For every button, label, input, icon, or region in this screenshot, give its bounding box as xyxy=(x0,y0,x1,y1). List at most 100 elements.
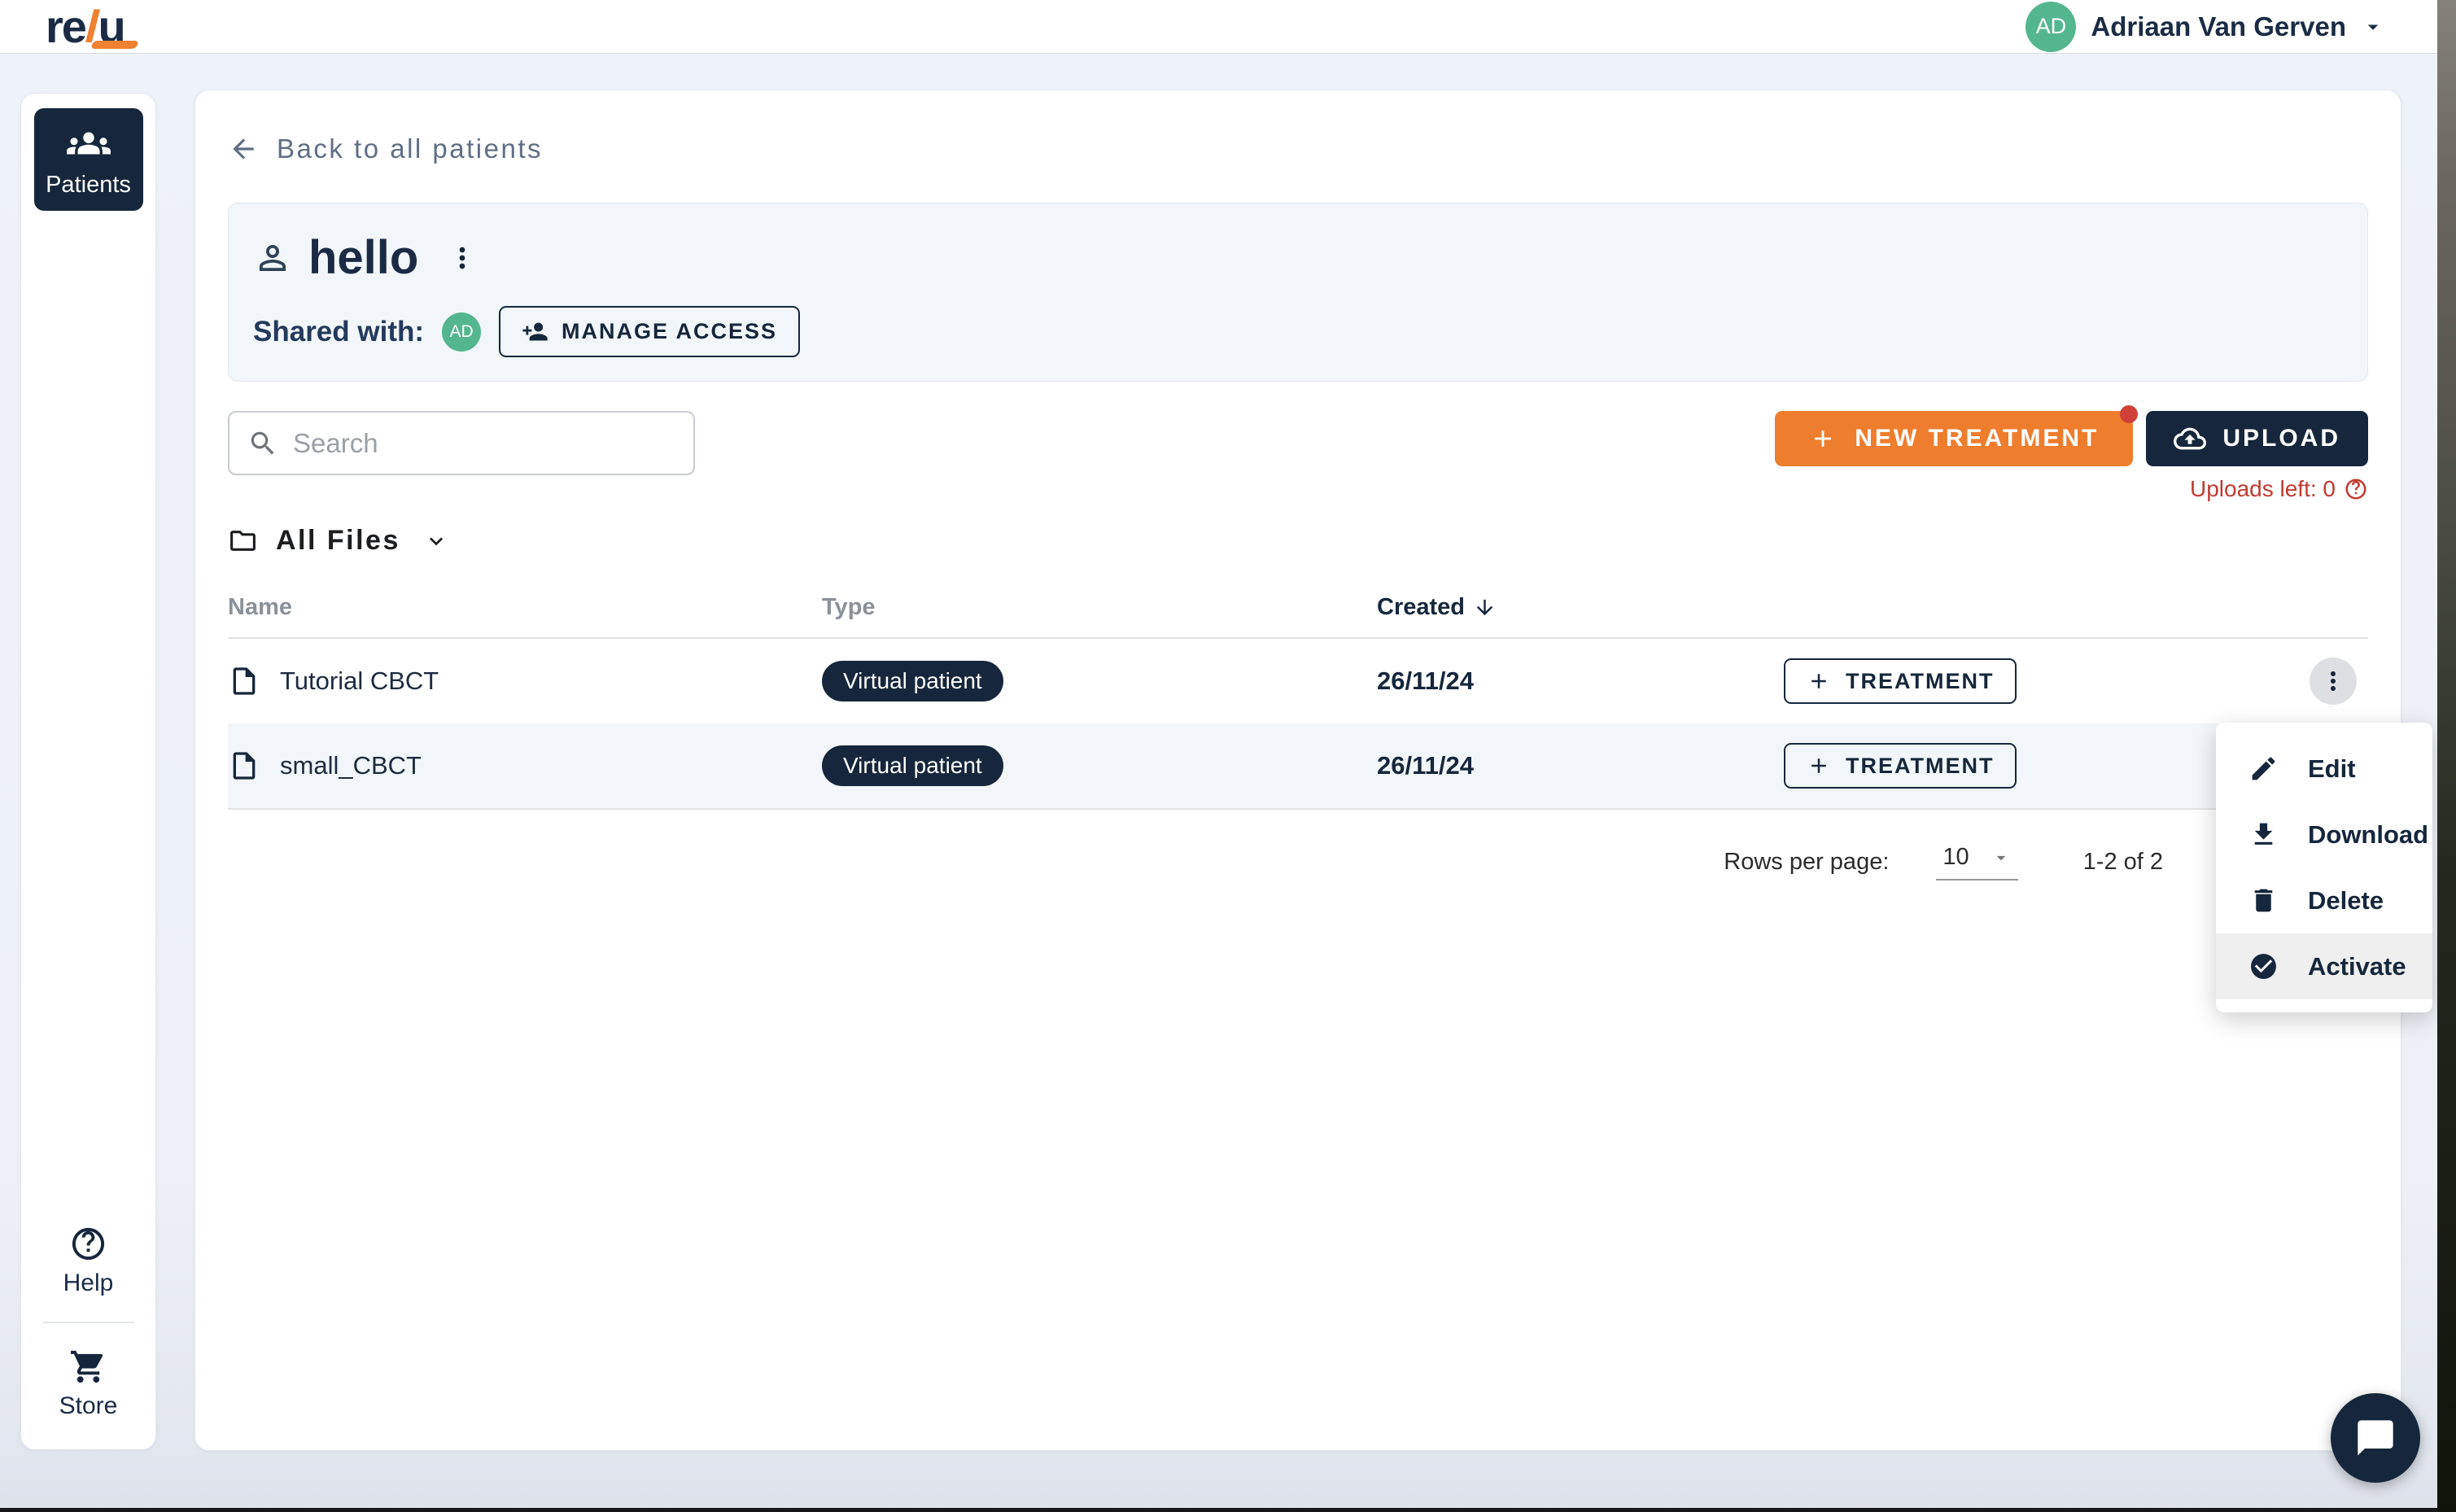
upload-button[interactable]: UPLOAD xyxy=(2146,411,2368,466)
trash-icon xyxy=(2248,885,2279,916)
manage-access-label: MANAGE ACCESS xyxy=(562,319,777,344)
person-add-icon xyxy=(522,318,548,345)
treatment-button[interactable]: TREATMENT xyxy=(1784,658,2017,704)
menu-item-label: Edit xyxy=(2308,754,2356,784)
new-treatment-label: NEW TREATMENT xyxy=(1855,425,2099,452)
menu-item-delete[interactable]: Delete xyxy=(2216,867,2432,933)
files-table: Name Type Created Tutorial CBCT Virtual … xyxy=(228,594,2368,810)
sidebar-item-label: Patients xyxy=(46,172,131,199)
row-context-menu: Edit Download Delete Activate xyxy=(2216,723,2432,1012)
search-input[interactable] xyxy=(293,428,675,459)
toolbar-buttons: NEW TREATMENT UPLOAD Uploads left: 0 xyxy=(1775,411,2368,502)
treatment-label: TREATMENT xyxy=(1846,754,1994,779)
created-date: 26/11/24 xyxy=(1377,751,1784,780)
created-date: 26/11/24 xyxy=(1377,666,1784,696)
table-row[interactable]: small_CBCT Virtual patient 26/11/24 TREA… xyxy=(228,723,2368,808)
sidebar: Patients Help Store xyxy=(20,93,156,1450)
file-name: small_CBCT xyxy=(280,751,422,780)
column-header-created[interactable]: Created xyxy=(1377,594,1784,621)
app-window: relu AD Adriaan Van Gerven Patients Help… xyxy=(0,0,2437,1512)
treatment-label: TREATMENT xyxy=(1846,669,1994,694)
plus-icon xyxy=(1807,669,1831,693)
help-icon xyxy=(69,1225,107,1263)
menu-item-label: Activate xyxy=(2308,952,2406,981)
upload-label: UPLOAD xyxy=(2222,425,2340,452)
toolbar: NEW TREATMENT UPLOAD Uploads left: 0 xyxy=(228,411,2368,505)
sidebar-item-help[interactable]: Help xyxy=(63,1225,114,1297)
row-menu-cell xyxy=(2052,658,2368,705)
chat-bubble-icon xyxy=(2354,1417,2397,1459)
download-icon xyxy=(2248,819,2279,850)
menu-item-edit[interactable]: Edit xyxy=(2216,736,2432,802)
pagination-range: 1-2 of 2 xyxy=(2083,849,2163,876)
column-header-name[interactable]: Name xyxy=(228,594,822,621)
sidebar-item-patients[interactable]: Patients xyxy=(34,108,143,211)
row-options-kebab-button[interactable] xyxy=(2310,658,2357,705)
folder-icon xyxy=(228,526,258,556)
menu-item-label: Delete xyxy=(2308,886,2384,916)
new-treatment-button[interactable]: NEW TREATMENT xyxy=(1775,411,2133,466)
cart-icon xyxy=(69,1348,107,1386)
column-header-type[interactable]: Type xyxy=(822,594,1377,621)
patient-title-row: hello xyxy=(253,234,2343,282)
manage-access-button[interactable]: MANAGE ACCESS xyxy=(499,306,800,357)
plus-icon xyxy=(1807,754,1831,778)
notification-dot xyxy=(2120,405,2138,423)
file-name: Tutorial CBCT xyxy=(280,666,439,696)
table-body: Tutorial CBCT Virtual patient 26/11/24 T… xyxy=(228,639,2368,810)
chevron-down-icon xyxy=(2361,15,2385,39)
sidebar-item-label: Store xyxy=(59,1392,118,1420)
type-badge: Virtual patient xyxy=(822,661,1003,701)
check-circle-icon xyxy=(2248,951,2279,981)
shared-with-row: Shared with: AD MANAGE ACCESS xyxy=(253,306,2343,357)
back-link-label: Back to all patients xyxy=(277,133,543,164)
type-badge: Virtual patient xyxy=(822,745,1003,786)
divider xyxy=(43,1322,134,1323)
patient-name: hello xyxy=(308,234,418,282)
rows-per-page-label: Rows per page: xyxy=(1724,849,1889,876)
sidebar-bottom: Help Store xyxy=(21,1225,155,1420)
plus-icon xyxy=(1809,425,1837,452)
caret-down-icon xyxy=(1991,847,2012,868)
avatar: AD xyxy=(2026,2,2076,52)
file-icon xyxy=(228,665,260,697)
people-icon xyxy=(67,121,111,165)
files-filter-label: All Files xyxy=(276,525,400,557)
main-panel: Back to all patients hello Shared with: … xyxy=(194,90,2401,1451)
rows-per-page-select[interactable]: 10 xyxy=(1936,844,2017,881)
sidebar-item-store[interactable]: Store xyxy=(59,1348,118,1420)
back-arrow-icon xyxy=(228,133,259,164)
pagination: Rows per page: 10 1-2 of 2 xyxy=(228,844,2368,881)
patient-info-card: hello Shared with: AD MANAGE ACCESS xyxy=(228,203,2368,382)
table-row[interactable]: Tutorial CBCT Virtual patient 26/11/24 T… xyxy=(228,639,2368,723)
patient-options-kebab-icon[interactable] xyxy=(446,242,479,274)
menu-item-activate[interactable]: Activate xyxy=(2216,933,2432,999)
back-to-patients-link[interactable]: Back to all patients xyxy=(228,131,543,167)
uploads-left-label: Uploads left: 0 xyxy=(2190,476,2336,502)
screen-bottom-edge xyxy=(0,1508,2437,1512)
uploads-left-status: Uploads left: 0 xyxy=(2190,476,2368,502)
relu-logo: relu xyxy=(46,2,125,51)
chevron-down-icon xyxy=(423,528,449,554)
logo-text: re xyxy=(46,2,85,51)
cloud-upload-icon xyxy=(2174,422,2206,455)
files-filter-dropdown[interactable]: All Files xyxy=(228,525,449,557)
top-header: relu AD Adriaan Van Gerven xyxy=(0,0,2437,54)
treatment-button[interactable]: TREATMENT xyxy=(1784,743,2017,789)
question-circle-icon[interactable] xyxy=(2344,477,2368,501)
user-name: Adriaan Van Gerven xyxy=(2091,11,2346,42)
pencil-icon xyxy=(2248,754,2279,784)
menu-item-download[interactable]: Download xyxy=(2216,802,2432,867)
file-icon xyxy=(228,749,260,782)
file-name-cell: small_CBCT xyxy=(228,749,822,782)
user-menu[interactable]: AD Adriaan Van Gerven xyxy=(2026,2,2385,52)
desktop-background-edge xyxy=(2437,0,2456,1512)
kebab-icon xyxy=(2318,666,2348,696)
sort-arrow-down-icon xyxy=(1473,596,1497,619)
person-icon xyxy=(253,238,292,277)
sidebar-item-label: Help xyxy=(63,1269,114,1297)
search-box xyxy=(228,411,695,475)
shared-avatar: AD xyxy=(442,312,481,352)
table-header-row: Name Type Created xyxy=(228,594,2368,639)
chat-fab-button[interactable] xyxy=(2331,1393,2420,1483)
